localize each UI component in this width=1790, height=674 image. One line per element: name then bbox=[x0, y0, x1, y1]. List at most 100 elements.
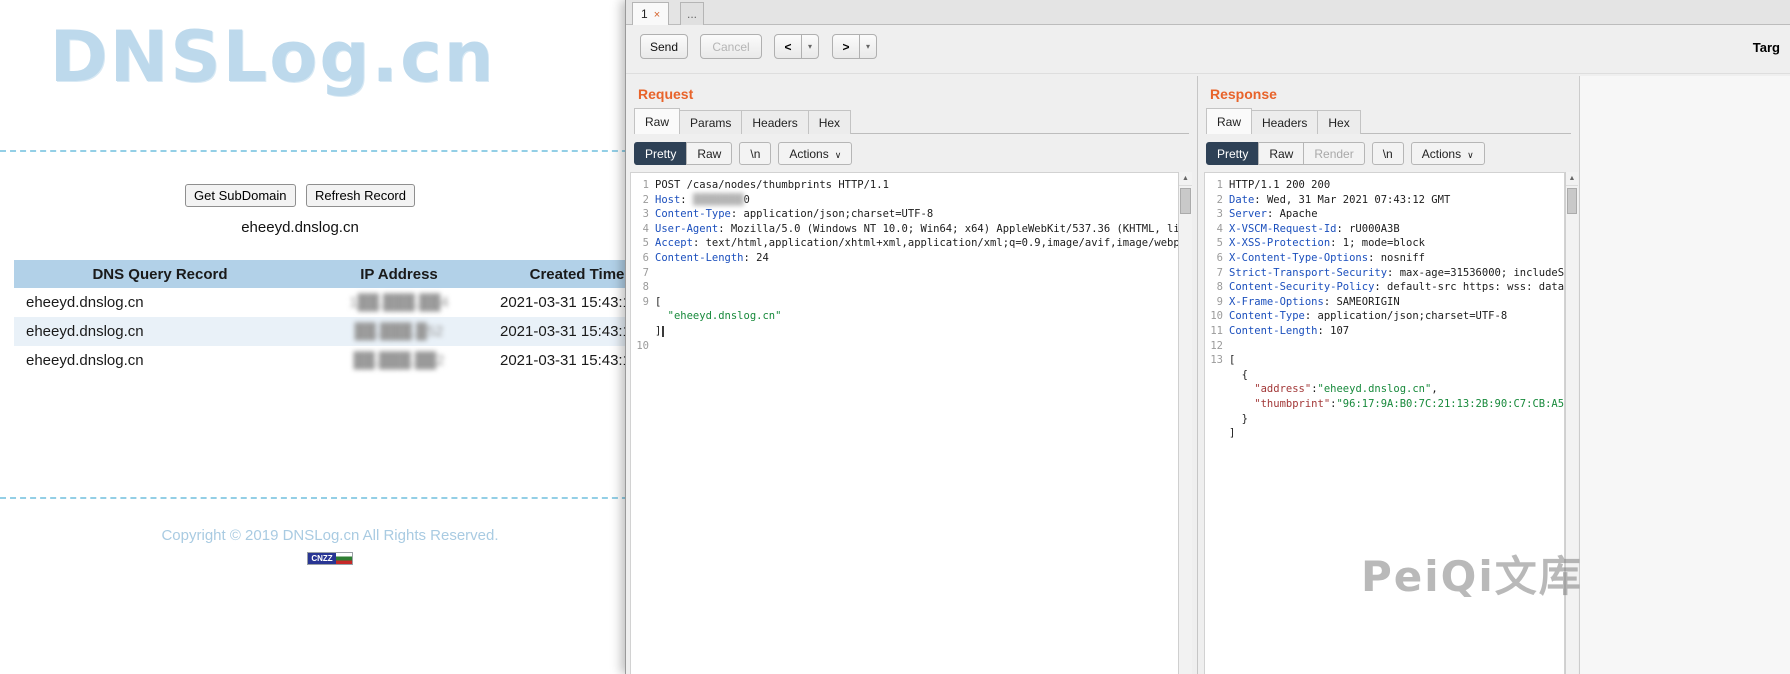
response-view-tabs: PrettyRawRender \n Actions ∨ bbox=[1206, 142, 1484, 166]
code-line: 5X-XSS-Protection: 1; mode=block bbox=[1205, 236, 1564, 251]
record-cell: eheeyd.dnslog.cn bbox=[14, 346, 306, 375]
code-line: 11Content-Length: 107 bbox=[1205, 324, 1564, 339]
response-tab-hex[interactable]: Hex bbox=[1317, 110, 1360, 134]
screen: DNSLog.cn Get SubDomain Refresh Record e… bbox=[0, 0, 1790, 674]
redacted-ip: ██.███.██2 bbox=[353, 352, 444, 369]
dashed-divider-top bbox=[0, 150, 648, 152]
request-title: Request bbox=[638, 86, 693, 102]
inspector-panel bbox=[1579, 76, 1790, 674]
history-forward-group: > ▾ bbox=[832, 34, 877, 59]
response-title: Response bbox=[1210, 86, 1277, 102]
scrollbar-thumb[interactable] bbox=[1567, 188, 1577, 214]
close-icon[interactable]: × bbox=[654, 9, 660, 21]
code-line: 3Server: Apache bbox=[1205, 207, 1564, 222]
code-line: ] bbox=[1205, 426, 1564, 441]
history-back-group: < ▾ bbox=[774, 34, 819, 59]
copyright-text: Copyright © 2019 DNSLog.cn All Rights Re… bbox=[0, 527, 660, 544]
response-tabs: RawHeadersHex bbox=[1206, 108, 1571, 134]
scroll-up-icon[interactable]: ▲ bbox=[1179, 172, 1192, 186]
history-back-dropdown-icon[interactable]: ▾ bbox=[801, 34, 819, 59]
code-line: 1POST /casa/nodes/thumbprints HTTP/1.1 bbox=[631, 178, 1191, 193]
response-view-newline[interactable]: \n bbox=[1372, 142, 1404, 165]
history-forward-button[interactable]: > bbox=[832, 34, 860, 59]
request-tab-params[interactable]: Params bbox=[679, 110, 742, 134]
chevron-down-icon: ∨ bbox=[835, 150, 842, 160]
repeater-tab-1[interactable]: 1× bbox=[632, 2, 669, 25]
code-line: "thumbprint":"96:17:9A:B0:7C:21:13:2B:90… bbox=[1205, 397, 1564, 412]
redacted-ip: 1██.███.██4 bbox=[349, 294, 448, 311]
target-label: Targ bbox=[1753, 40, 1780, 55]
dnslog-logo: DNSLog.cn bbox=[0, 16, 545, 98]
scroll-up-icon[interactable]: ▲ bbox=[1566, 172, 1578, 186]
ip-cell: 1██.███.██4 bbox=[306, 288, 492, 317]
response-view-pretty[interactable]: Pretty bbox=[1206, 142, 1259, 165]
response-view-raw[interactable]: Raw bbox=[1258, 142, 1304, 165]
code-line: 8Content-Security-Policy: default-src ht… bbox=[1205, 280, 1564, 295]
repeater-tab-strip: 1× ... bbox=[626, 0, 1790, 25]
code-line: 7 bbox=[631, 266, 1191, 281]
code-line: 9[ bbox=[631, 295, 1191, 310]
refresh-record-button[interactable]: Refresh Record bbox=[306, 184, 415, 207]
code-line: 3Content-Type: application/json;charset=… bbox=[631, 207, 1191, 222]
code-line: 7Strict-Transport-Security: max-age=3153… bbox=[1205, 266, 1564, 281]
history-back-button[interactable]: < bbox=[774, 34, 802, 59]
actions-label: Actions bbox=[1422, 147, 1461, 161]
request-scrollbar[interactable]: ▲ bbox=[1178, 172, 1192, 674]
watermark-text: PeiQi文库 bbox=[1361, 543, 1583, 604]
request-tab-headers[interactable]: Headers bbox=[741, 110, 808, 134]
code-line: 4X-VSCM-Request-Id: rU000A3B bbox=[1205, 222, 1564, 237]
code-line: 4User-Agent: Mozilla/5.0 (Windows NT 10.… bbox=[631, 222, 1191, 237]
column-header-record: DNS Query Record bbox=[14, 260, 306, 288]
subdomain-text: eheeyd.dnslog.cn bbox=[0, 219, 600, 236]
cnzz-stripes-icon bbox=[336, 553, 352, 564]
dnslog-button-row: Get SubDomain Refresh Record bbox=[0, 184, 600, 207]
table-row: eheeyd.dnslog.cn ██.███.█52 2021-03-31 1… bbox=[14, 317, 662, 346]
code-line: 1HTTP/1.1 200 200 bbox=[1205, 178, 1564, 193]
repeater-tab-more[interactable]: ... bbox=[680, 2, 704, 25]
cnzz-badge-row: CNZZ bbox=[0, 550, 660, 568]
code-line: 13[ bbox=[1205, 353, 1564, 368]
request-panel: Request RawParamsHeadersHex PrettyRaw\nA… bbox=[626, 76, 1197, 674]
code-line: 12 bbox=[1205, 339, 1564, 354]
response-actions-button[interactable]: Actions ∨ bbox=[1411, 142, 1485, 165]
burp-window: 1× ... Send Cancel < ▾ > ▾ Targ Request … bbox=[625, 0, 1790, 674]
request-view-tabs: PrettyRaw \n Actions ∨ bbox=[634, 142, 851, 166]
request-tab-hex[interactable]: Hex bbox=[808, 110, 851, 134]
code-line: 2Host: ████████0 bbox=[631, 193, 1191, 208]
table-header-row: DNS Query Record IP Address Created Time bbox=[14, 260, 662, 288]
code-line: 6Content-Length: 24 bbox=[631, 251, 1191, 266]
request-actions-button[interactable]: Actions ∨ bbox=[778, 142, 852, 165]
response-tab-raw[interactable]: Raw bbox=[1206, 108, 1252, 134]
response-view-render[interactable]: Render bbox=[1303, 142, 1364, 165]
cnzz-badge[interactable]: CNZZ bbox=[307, 552, 352, 565]
get-subdomain-button[interactable]: Get SubDomain bbox=[185, 184, 296, 207]
request-editor[interactable]: 1POST /casa/nodes/thumbprints HTTP/1.12H… bbox=[630, 172, 1192, 674]
ip-cell: ██.███.█52 bbox=[306, 317, 492, 346]
history-forward-dropdown-icon[interactable]: ▾ bbox=[859, 34, 877, 59]
repeater-toolbar: Send Cancel < ▾ > ▾ Targ bbox=[626, 26, 1790, 74]
scrollbar-thumb[interactable] bbox=[1180, 188, 1191, 214]
dnslog-page: DNSLog.cn Get SubDomain Refresh Record e… bbox=[0, 0, 660, 674]
code-line: "address":"eheeyd.dnslog.cn", bbox=[1205, 382, 1564, 397]
send-button[interactable]: Send bbox=[640, 34, 688, 59]
request-view-pretty[interactable]: Pretty bbox=[634, 142, 687, 165]
code-line: 10 bbox=[631, 339, 1191, 354]
code-line: { bbox=[1205, 368, 1564, 383]
dns-query-table: DNS Query Record IP Address Created Time… bbox=[14, 260, 662, 375]
code-line: 5Accept: text/html,application/xhtml+xml… bbox=[631, 236, 1191, 251]
code-line: "eheeyd.dnslog.cn" bbox=[631, 309, 1191, 324]
ip-cell: ██.███.██2 bbox=[306, 346, 492, 375]
code-line: 2Date: Wed, 31 Mar 2021 07:43:12 GMT bbox=[1205, 193, 1564, 208]
request-tabs: RawParamsHeadersHex bbox=[634, 108, 1189, 134]
redacted-ip: ██.███.█52 bbox=[355, 323, 444, 340]
request-tab-raw[interactable]: Raw bbox=[634, 108, 680, 134]
code-line: 9X-Frame-Options: SAMEORIGIN bbox=[1205, 295, 1564, 310]
actions-label: Actions bbox=[789, 147, 828, 161]
cancel-button[interactable]: Cancel bbox=[700, 34, 762, 59]
record-cell: eheeyd.dnslog.cn bbox=[14, 288, 306, 317]
code-line: } bbox=[1205, 412, 1564, 427]
chevron-down-icon: ∨ bbox=[1467, 150, 1474, 160]
request-view-raw[interactable]: Raw bbox=[686, 142, 732, 165]
request-view-newline[interactable]: \n bbox=[739, 142, 771, 165]
response-tab-headers[interactable]: Headers bbox=[1251, 110, 1318, 134]
